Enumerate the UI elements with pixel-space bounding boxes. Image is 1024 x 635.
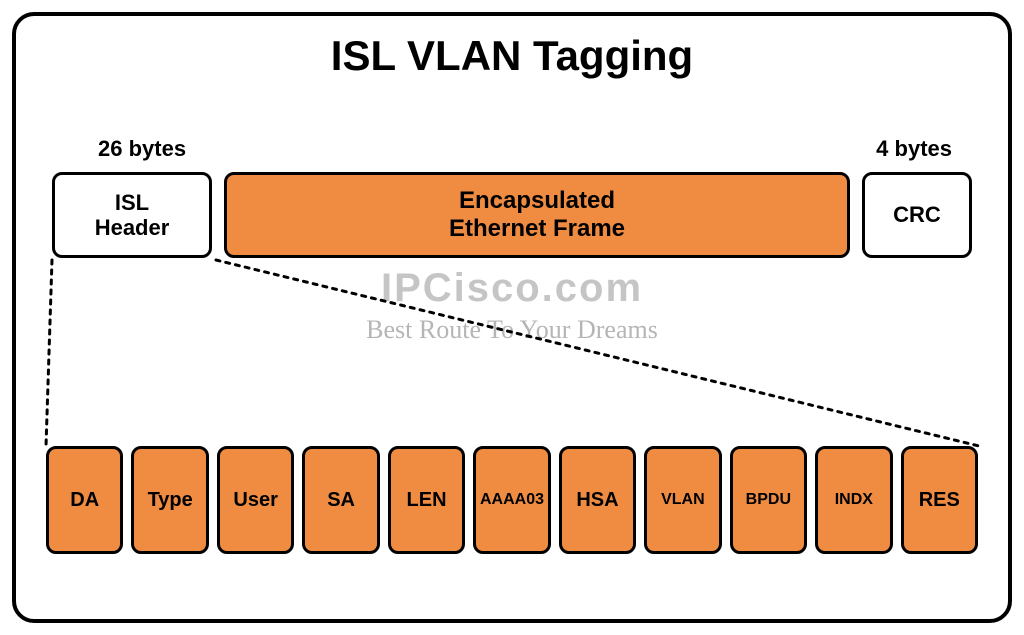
isl-header-label: ISL Header: [95, 190, 170, 241]
field-type: Type: [131, 446, 208, 554]
frame-structure-row: ISL Header Encapsulated Ethernet Frame C…: [52, 172, 972, 258]
watermark: IPCisco.com Best Route To Your Dreams: [16, 266, 1008, 345]
isl-header-fields-row: DA Type User SA LEN AAAA03 HSA VLAN BPDU…: [46, 446, 978, 554]
encapsulated-frame-label: Encapsulated Ethernet Frame: [449, 187, 625, 242]
diagram-title: ISL VLAN Tagging: [16, 32, 1008, 80]
field-bpdu: BPDU: [730, 446, 807, 554]
watermark-brand: IPCisco.com: [16, 266, 1008, 311]
field-vlan: VLAN: [644, 446, 721, 554]
diagram-frame: ISL VLAN Tagging 26 bytes 4 bytes ISL He…: [12, 12, 1012, 623]
isl-header-block: ISL Header: [52, 172, 212, 258]
field-sa: SA: [302, 446, 379, 554]
crc-size-label: 4 bytes: [876, 136, 952, 162]
crc-label: CRC: [893, 202, 941, 227]
field-da: DA: [46, 446, 123, 554]
header-size-label: 26 bytes: [98, 136, 186, 162]
field-len: LEN: [388, 446, 465, 554]
encapsulated-frame-block: Encapsulated Ethernet Frame: [224, 172, 850, 258]
field-aaaa03: AAAA03: [473, 446, 550, 554]
field-indx: INDX: [815, 446, 892, 554]
crc-block: CRC: [862, 172, 972, 258]
field-hsa: HSA: [559, 446, 636, 554]
watermark-slogan: Best Route To Your Dreams: [16, 315, 1008, 345]
field-res: RES: [901, 446, 978, 554]
field-user: User: [217, 446, 294, 554]
